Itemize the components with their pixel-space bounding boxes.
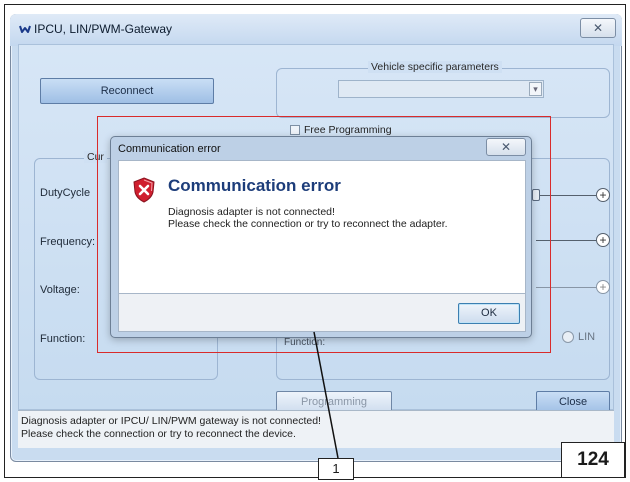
chevron-down-icon[interactable]: ▾ <box>529 82 542 96</box>
close-icon: ✕ <box>592 21 604 35</box>
lin-label: LIN <box>578 331 596 343</box>
app-logo-icon <box>19 25 31 33</box>
voltage-label: Voltage: <box>40 284 80 296</box>
frequency-label: Frequency: <box>40 236 96 248</box>
reconnect-button[interactable]: Reconnect <box>40 78 214 104</box>
close-label: Close <box>558 396 588 408</box>
window-close-button[interactable]: ✕ <box>580 18 616 38</box>
status-line-1: Diagnosis adapter or IPCU/ LIN/PWM gatew… <box>21 415 321 427</box>
plus-icon[interactable]: + <box>596 280 610 294</box>
function-label: Function: <box>40 333 86 345</box>
plus-icon[interactable]: + <box>596 188 610 202</box>
highlight-box <box>97 116 551 353</box>
lin-radio[interactable] <box>562 331 574 343</box>
vehicle-dropdown[interactable]: ▾ <box>338 80 544 98</box>
plus-icon[interactable]: + <box>596 233 610 247</box>
callout-number: 1 <box>318 458 354 480</box>
dutycycle-label: DutyCycle <box>40 187 91 199</box>
status-line-2: Please check the connection or try to re… <box>21 428 296 440</box>
vehicle-parameters-label: Vehicle specific parameters <box>368 61 502 73</box>
page-number: 124 <box>561 442 625 478</box>
window-title: IPCU, LIN/PWM-Gateway <box>34 22 173 36</box>
callout-leader-line <box>313 331 339 459</box>
reconnect-label: Reconnect <box>100 85 154 97</box>
